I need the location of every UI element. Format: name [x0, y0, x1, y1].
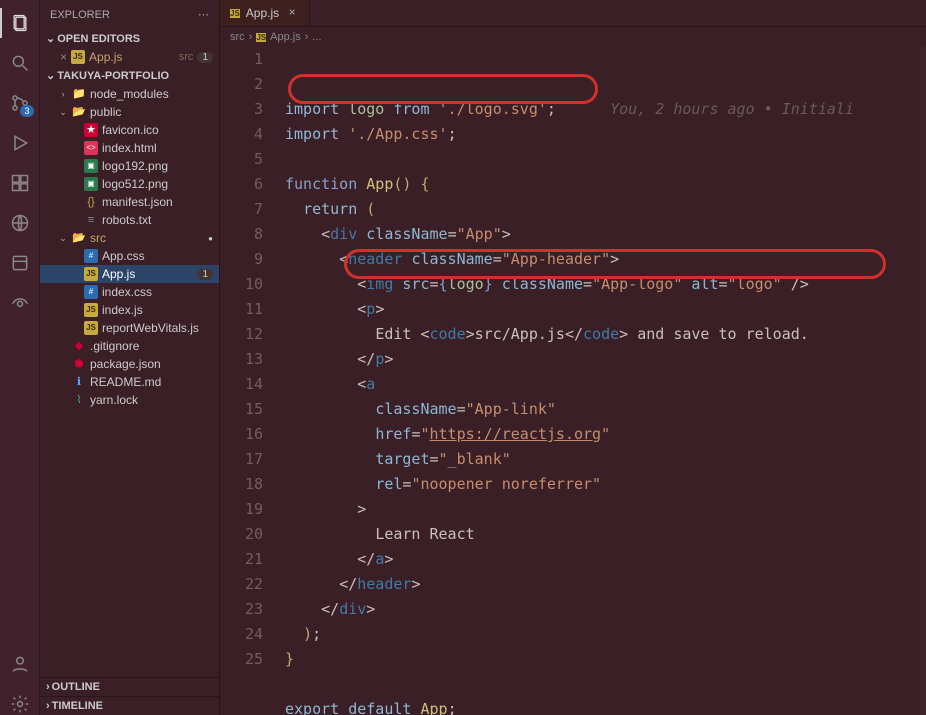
tree-file[interactable]: ⬢package.json	[40, 355, 219, 373]
tree-file[interactable]: <>index.html	[40, 139, 219, 157]
code-line[interactable]	[285, 672, 926, 697]
code-line[interactable]: </header>	[285, 572, 926, 597]
chevron-right-icon: ›	[46, 700, 50, 712]
chevron-down-icon: ⌄	[46, 32, 55, 45]
modified-badge: 1	[197, 269, 213, 280]
close-icon[interactable]: ×	[60, 50, 67, 64]
code-area[interactable]: 1234567891011121314151617181920212223242…	[220, 47, 926, 715]
js-file-icon: JS	[230, 9, 240, 18]
code-line[interactable]: import './App.css';	[285, 122, 926, 147]
tree-file[interactable]: ≡robots.txt	[40, 211, 219, 229]
code-line[interactable]: function App() {	[285, 172, 926, 197]
tree-file[interactable]: #index.css	[40, 283, 219, 301]
codelens: You, 2 hours ago • Initiali	[610, 100, 854, 118]
code-line[interactable]: className="App-link"	[285, 397, 926, 422]
project-manager-icon[interactable]	[9, 252, 31, 274]
chevron-right-icon: ›	[46, 681, 50, 693]
tree-file[interactable]: ▣logo192.png	[40, 157, 219, 175]
scm-badge: 3	[20, 105, 33, 117]
close-icon[interactable]: ×	[285, 6, 299, 20]
chevron-down-icon: ⌄	[46, 69, 55, 82]
code-line[interactable]: import logo from './logo.svg'; You, 2 ho…	[285, 97, 926, 122]
code-line[interactable]: </div>	[285, 597, 926, 622]
code-line[interactable]: <a	[285, 372, 926, 397]
tree-file[interactable]: {}manifest.json	[40, 193, 219, 211]
code-content[interactable]: import logo from './logo.svg'; You, 2 ho…	[275, 47, 926, 715]
code-line[interactable]: </a>	[285, 547, 926, 572]
tree-file[interactable]: ◆.gitignore	[40, 337, 219, 355]
gutter: 1234567891011121314151617181920212223242…	[220, 47, 275, 715]
project-header[interactable]: ⌄ TAKUYA-PORTFOLIO	[40, 66, 219, 85]
tree-file[interactable]: ▣logo512.png	[40, 175, 219, 193]
code-line[interactable]: );	[285, 622, 926, 647]
chevron-right-icon: ›	[58, 89, 68, 99]
gear-icon[interactable]	[9, 693, 31, 715]
code-line[interactable]: <header className="App-header">	[285, 247, 926, 272]
more-icon[interactable]: ⋯	[198, 8, 209, 21]
tree-file[interactable]: JSindex.js	[40, 301, 219, 319]
code-line[interactable]: <div className="App">	[285, 222, 926, 247]
search-icon[interactable]	[9, 52, 31, 74]
gitlens-icon[interactable]	[9, 292, 31, 314]
sidebar: EXPLORER ⋯ ⌄ OPEN EDITORS × JS App.js sr…	[40, 0, 220, 715]
tree-folder[interactable]: ⌄📂src●	[40, 229, 219, 247]
chevron-down-icon: ⌄	[58, 233, 68, 244]
chevron-right-icon: ›	[249, 31, 253, 43]
code-line[interactable]: Edit <code>src/App.js</code> and save to…	[285, 322, 926, 347]
js-file-icon: JS	[71, 50, 85, 64]
tree-file[interactable]: #App.css	[40, 247, 219, 265]
scrollbar[interactable]	[920, 47, 926, 715]
debug-icon[interactable]	[9, 132, 31, 154]
tree-folder[interactable]: ⌄📂public	[40, 103, 219, 121]
editor-area: JS App.js × src › JS App.js › ... 123456…	[220, 0, 926, 715]
tree-file[interactable]: ⌇yarn.lock	[40, 391, 219, 409]
source-control-icon[interactable]: 3	[9, 92, 31, 114]
tree-file[interactable]: ℹREADME.md	[40, 373, 219, 391]
folder-icon: 📂	[72, 231, 86, 245]
tree-file[interactable]: JSApp.js1	[40, 265, 219, 283]
chevron-down-icon: ⌄	[58, 107, 68, 118]
account-icon[interactable]	[9, 653, 31, 675]
open-editors-header[interactable]: ⌄ OPEN EDITORS	[40, 29, 219, 48]
modified-dot: ●	[208, 234, 213, 243]
folder-icon: 📁	[72, 87, 86, 101]
code-line[interactable]: <p>	[285, 297, 926, 322]
js-file-icon: JS	[256, 33, 266, 42]
code-line[interactable]: rel="noopener noreferrer"	[285, 472, 926, 497]
breadcrumbs[interactable]: src › JS App.js › ...	[220, 27, 926, 47]
tree-folder[interactable]: ›📁node_modules	[40, 85, 219, 103]
code-line[interactable]: href="https://reactjs.org"	[285, 422, 926, 447]
code-line[interactable]: >	[285, 497, 926, 522]
code-line[interactable]: return (	[285, 197, 926, 222]
open-editor-badge: 1	[197, 52, 213, 63]
tree-file[interactable]: ★favicon.ico	[40, 121, 219, 139]
tabs: JS App.js ×	[220, 0, 926, 27]
explorer-title: EXPLORER	[50, 9, 110, 21]
folder-icon: 📂	[72, 105, 86, 119]
code-line[interactable]: target="_blank"	[285, 447, 926, 472]
code-line[interactable]: export default App;	[285, 697, 926, 715]
tree-file[interactable]: JSreportWebVitals.js	[40, 319, 219, 337]
code-line[interactable]: </p>	[285, 347, 926, 372]
activity-bar: 3	[0, 0, 40, 715]
extensions-icon[interactable]	[9, 172, 31, 194]
chevron-right-icon: ›	[305, 31, 309, 43]
code-line[interactable]: <img src={logo} className="App-logo" alt…	[285, 272, 926, 297]
explorer-icon[interactable]	[9, 12, 31, 34]
code-line[interactable]	[285, 147, 926, 172]
remote-icon[interactable]	[9, 212, 31, 234]
code-line[interactable]: }	[285, 647, 926, 672]
timeline-section[interactable]: › TIMELINE	[40, 696, 219, 715]
open-editor-file[interactable]: × JS App.js src 1	[40, 48, 219, 66]
tab-appjs[interactable]: JS App.js ×	[220, 0, 310, 26]
outline-section[interactable]: › OUTLINE	[40, 677, 219, 696]
code-line[interactable]: Learn React	[285, 522, 926, 547]
